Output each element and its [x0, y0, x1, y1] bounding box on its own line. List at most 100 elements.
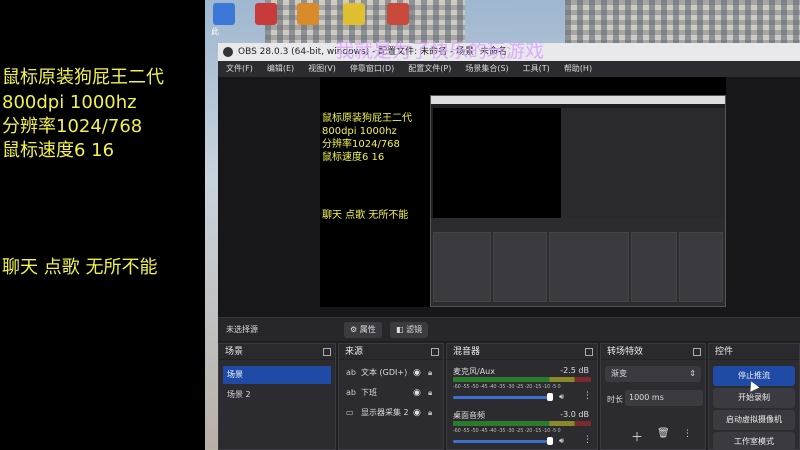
undock-icon[interactable]	[323, 348, 331, 356]
volume-slider[interactable]	[453, 393, 553, 401]
desktop-icon[interactable]	[387, 3, 409, 25]
desktop-icon[interactable]	[297, 3, 319, 25]
speaker-icon[interactable]: 🔊︎	[559, 436, 564, 446]
mixer-dock: 混音器 麦克风/Aux -2.5 dB -60 -55 -50 -45 -40 …	[446, 343, 598, 450]
controls-title: 控件	[715, 347, 734, 357]
transition-selected: 渐变	[611, 369, 627, 378]
nested-controls	[679, 232, 723, 302]
building	[565, 0, 800, 45]
preview-line-resolution: 分辨率1024/768	[322, 139, 400, 150]
properties-label: 属性	[359, 325, 376, 334]
docks-area: 场景 场景 场景 2 来源 ab 文本 (GDI+) ◉ 🔒︎ ab 下班 ◉	[218, 343, 800, 450]
mixer-channel-name: 桌面音频	[453, 411, 485, 420]
audio-meter	[453, 377, 591, 382]
context-bar: 未选择源 ⚙ 属性 ◧ 滤镜	[218, 317, 800, 341]
nested-preview	[433, 108, 561, 218]
desktop-icon-label: 此	[211, 27, 219, 36]
studio-mode-button[interactable]: 工作室模式	[713, 432, 795, 450]
filters-label: 滤镜	[406, 325, 423, 334]
chevron-updown-icon: ⇕	[689, 369, 696, 378]
meter-ticks: -60 -55 -50 -45 -40 -35 -30 -25 -20 -15 …	[453, 384, 561, 390]
no-source-label: 未选择源	[226, 325, 258, 334]
undock-icon[interactable]	[693, 348, 701, 356]
menu-tools[interactable]: 工具(T)	[523, 61, 550, 77]
stream-overlay-panel: 鼠标原装狗屁王二代 800dpi 1000hz 分辨率1024/768 鼠标速度…	[0, 0, 205, 450]
sources-dock: 来源 ab 文本 (GDI+) ◉ 🔒︎ ab 下班 ◉ 🔒︎ ▭ 显示器采集 …	[338, 343, 444, 450]
preview-chat-line: 聊天 点歌 无所不能	[322, 210, 409, 221]
add-icon[interactable]: ＋	[631, 428, 643, 445]
scene-item[interactable]: 场景	[223, 366, 331, 384]
filters-button[interactable]: ◧ 滤镜	[390, 322, 429, 338]
volume-knob[interactable]	[547, 437, 553, 445]
obs-logo-icon	[223, 47, 233, 57]
eye-icon[interactable]: ◉	[413, 388, 423, 398]
obs-window: OBS 28.0.3 (64-bit, windows) - 配置文件: 未命名…	[218, 43, 800, 450]
more-icon[interactable]: ⋮	[583, 435, 592, 445]
source-item[interactable]: ab 下班 ◉ 🔒︎	[343, 384, 439, 402]
speaker-icon[interactable]: 🔊︎	[559, 392, 564, 402]
start-recording-button[interactable]: 开始录制	[713, 388, 795, 408]
duration-value: 1000 ms	[629, 393, 664, 402]
nested-docks	[431, 218, 725, 306]
properties-button[interactable]: ⚙ 属性	[344, 322, 382, 338]
lock-icon[interactable]: 🔒︎	[428, 408, 437, 418]
menu-file[interactable]: 文件(F)	[226, 61, 253, 77]
start-virtual-camera-button[interactable]: 启动虚拟摄像机	[713, 410, 795, 430]
volume-slider[interactable]	[453, 437, 553, 445]
menu-bar: 文件(F) 编辑(E) 视图(V) 停靠窗口(D) 配置文件(P) 场景集合(S…	[218, 61, 800, 77]
menu-help[interactable]: 帮助(H)	[564, 61, 592, 77]
mixer-channel-name: 麦克风/Aux	[453, 367, 495, 376]
trash-icon[interactable]: 🗑︎	[657, 428, 670, 439]
duration-label: 时长	[607, 395, 623, 404]
more-icon[interactable]: ⋮	[683, 429, 692, 439]
nested-title-bar	[431, 96, 725, 104]
desktop-icon[interactable]	[255, 3, 277, 25]
volume-knob[interactable]	[547, 393, 553, 401]
lock-icon[interactable]: 🔒︎	[428, 388, 437, 398]
overlay-line-mouse: 鼠标原装狗屁王二代	[2, 67, 164, 88]
overlay-line-resolution: 分辨率1024/768	[2, 116, 143, 137]
scenes-header: 场景	[219, 344, 335, 360]
transitions-dock: 转场特效 渐变 ⇕ 时长 1000 ms ＋ 🗑︎ ⋮	[600, 343, 706, 450]
undock-icon[interactable]	[431, 348, 439, 356]
menu-docks[interactable]: 停靠窗口(D)	[350, 61, 394, 77]
scene-item[interactable]: 场景 2	[223, 386, 331, 404]
sources-title: 来源	[345, 347, 364, 357]
scenes-title: 场景	[225, 347, 244, 357]
desktop-icon[interactable]	[343, 3, 365, 25]
audio-meter	[453, 421, 591, 426]
undock-icon[interactable]	[585, 348, 593, 356]
preview-line-dpi: 800dpi 1000hz	[322, 126, 397, 137]
gear-icon: ⚙	[350, 325, 360, 334]
text-icon: ab	[346, 388, 356, 397]
duration-input[interactable]: 1000 ms	[625, 390, 703, 406]
menu-edit[interactable]: 编辑(E)	[267, 61, 294, 77]
menu-scene-collection[interactable]: 场景集合(S)	[465, 61, 508, 77]
nested-scenes	[433, 232, 491, 302]
meter-ticks: -60 -55 -50 -45 -40 -35 -30 -25 -20 -15 …	[453, 428, 561, 434]
source-item[interactable]: ab 文本 (GDI+) ◉ 🔒︎	[343, 364, 439, 382]
more-icon[interactable]: ⋮	[583, 391, 592, 401]
preview-area[interactable]: 鼠标原装狗屁王二代 800dpi 1000hz 分辨率1024/768 鼠标速度…	[218, 77, 800, 317]
eye-icon[interactable]: ◉	[413, 408, 423, 418]
preview-line-speed: 鼠标速度6 16	[322, 152, 385, 163]
transition-select[interactable]: 渐变 ⇕	[605, 366, 701, 382]
eye-icon[interactable]: ◉	[413, 368, 423, 378]
sources-header: 来源	[339, 344, 443, 360]
nested-transitions	[631, 232, 677, 302]
lock-icon[interactable]: 🔒︎	[428, 368, 437, 378]
watermark-text: 我就是为了快乐的玩游戏	[335, 40, 545, 62]
controls-header: 控件	[709, 344, 799, 360]
controls-dock: 控件 停止推流 开始录制 启动虚拟摄像机 工作室模式	[708, 343, 800, 450]
preview-line-mouse: 鼠标原装狗屁王二代	[322, 113, 412, 124]
source-item[interactable]: ▭ 显示器采集 2 ◉ 🔒︎	[343, 404, 439, 422]
overlay-line-speed: 鼠标速度6 16	[2, 140, 115, 161]
menu-view[interactable]: 视图(V)	[308, 61, 336, 77]
nested-inner-capture	[561, 108, 725, 218]
mixer-header: 混音器	[447, 344, 597, 360]
menu-profile[interactable]: 配置文件(P)	[408, 61, 451, 77]
transitions-title: 转场特效	[607, 347, 644, 357]
desktop-icon[interactable]	[213, 3, 235, 25]
nested-obs-capture	[430, 95, 726, 307]
scenes-dock: 场景 场景 场景 2	[218, 343, 336, 450]
